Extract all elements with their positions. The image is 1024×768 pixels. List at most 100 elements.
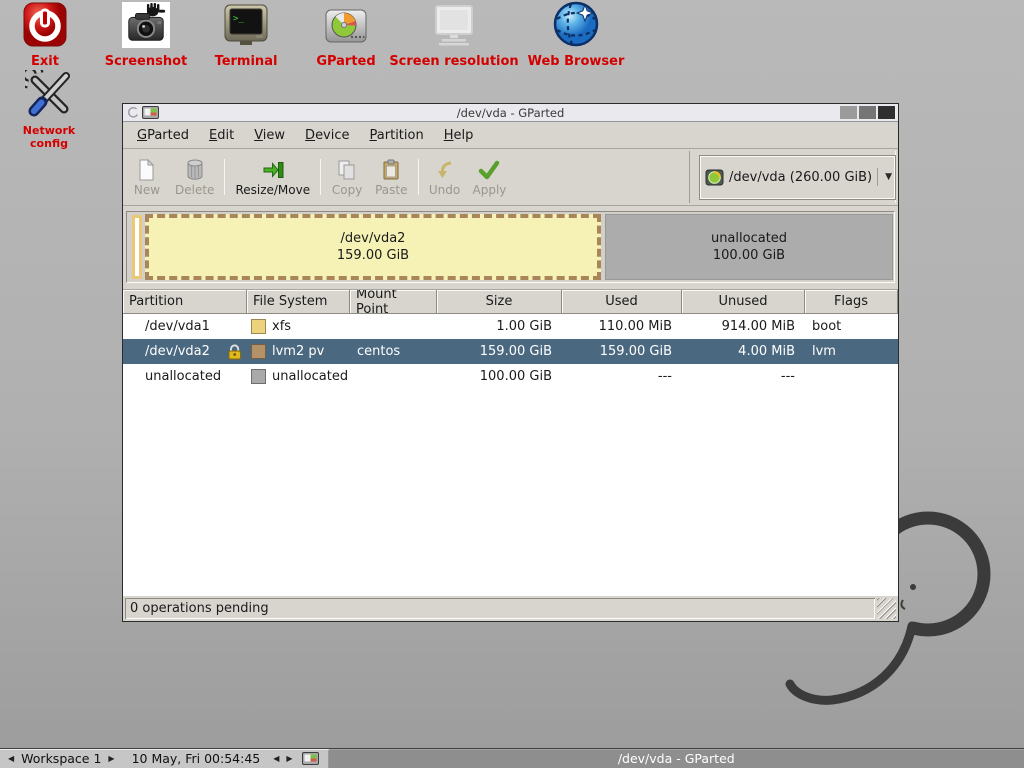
filesystem-color-swatch [251,344,266,359]
minimize-button[interactable] [840,106,857,119]
workspace-label[interactable]: Workspace 1 [21,751,101,766]
partition-box-vda1[interactable] [132,215,142,279]
menu-device[interactable]: Device [297,124,357,147]
menu-view[interactable]: View [246,124,293,147]
undo-icon [433,158,457,182]
device-selector-value: /dev/vda (260.00 GiB) [729,170,872,185]
table-empty-area [123,389,898,596]
filesystem-name: xfs [272,319,291,334]
desktop-icon-gparted[interactable]: GParted [305,6,387,69]
globe-icon [552,0,600,48]
workspace-prev-icon[interactable]: ◀ [8,755,14,763]
resize-grip[interactable] [877,598,896,619]
gparted-task-icon [302,752,319,766]
status-bar: 0 operations pending [123,596,898,621]
toolbar-separator [224,159,225,195]
resize-move-icon [261,158,285,182]
table-row-unallocated[interactable]: unallocated unallocated 100.00 GiB --- -… [123,364,898,389]
titlebar[interactable]: /dev/vda - GParted [123,104,898,122]
taskbar-task-button[interactable]: /dev/vda - GParted [329,749,1024,768]
lock-icon [227,343,242,360]
partition-box-unallocated[interactable]: unallocated 100.00 GiB [605,214,893,280]
svg-text:>_: >_ [233,14,244,24]
mount-point: centos [357,344,400,359]
unused-value: 4.00 MiB [738,344,795,359]
toolbar-separator [418,159,419,195]
monitor-icon [430,4,478,48]
copy-button[interactable]: Copy [325,151,369,203]
partition-table: Partition File System Mount Point Size U… [123,290,898,596]
menu-bar: GParted Edit View Device Partition Help [123,122,898,149]
desktop-icon-terminal[interactable]: >_ Terminal [205,4,287,69]
delete-button[interactable]: Delete [169,151,220,203]
flags-value: lvm [812,344,836,359]
menu-gparted[interactable]: GParted [129,124,197,147]
paste-button[interactable]: Paste [369,151,413,203]
paste-icon [379,158,403,182]
toolbar-separator [320,159,321,195]
desktop-icon-exit[interactable]: Exit [10,2,80,69]
size-value: 100.00 GiB [480,369,552,384]
exit-power-icon [22,2,68,48]
chevron-down-icon: ▼ [877,168,894,186]
device-selector[interactable]: /dev/vda (260.00 GiB) ▼ [699,155,896,200]
filesystem-color-swatch [251,369,266,384]
menu-help[interactable]: Help [436,124,482,147]
desktop-icon-screen-resolution[interactable]: Screen resolution [388,4,520,69]
desktop-icon-network-config[interactable]: Network config [4,70,94,150]
desktop-icon-label: GParted [305,54,387,69]
status-text: 0 operations pending [130,601,269,616]
filesystem-color-swatch [251,319,266,334]
desktop-icon-label: Screenshot [100,54,192,69]
device-selector-area: /dev/vda (260.00 GiB) ▼ [689,151,896,203]
desktop-icon-label: Network config [4,124,94,150]
unused-value: --- [781,369,795,384]
column-header-flags[interactable]: Flags [805,290,898,314]
column-header-mountpoint[interactable]: Mount Point [350,290,437,314]
new-button[interactable]: New [125,151,169,203]
taskbar: ◀ Workspace 1 ▶ 10 May, Fri 00:54:45 ◀ ▶… [0,748,1024,768]
task-button-label: /dev/vda - GParted [618,751,735,766]
disk-icon [705,169,724,186]
partition-name: unallocated [145,369,221,384]
used-value: 159.00 GiB [600,344,672,359]
close-button[interactable] [878,106,895,119]
partition-box-name: /dev/vda2 [341,230,406,247]
maximize-button[interactable] [859,106,876,119]
toolbar: New Delete Resize/Move [123,149,898,206]
desktop-icon-label: Screen resolution [388,54,520,69]
column-header-used[interactable]: Used [562,290,682,314]
size-value: 1.00 GiB [496,319,552,334]
taskbar-left-panel: ◀ Workspace 1 ▶ 10 May, Fri 00:54:45 ◀ ▶ [0,749,329,768]
tasklist-scroll-right-icon[interactable]: ▶ [286,755,292,763]
gparted-disk-icon [323,6,369,48]
apply-check-icon [477,158,501,182]
desktop-icon-label: Web Browser [510,54,642,69]
menu-partition[interactable]: Partition [362,124,432,147]
column-header-unused[interactable]: Unused [682,290,805,314]
table-row-vda2[interactable]: /dev/vda2 lvm2 pv centos 159.00 GiB 159.… [123,339,898,364]
desktop-icon-web-browser[interactable]: Web Browser [510,0,642,69]
column-header-filesystem[interactable]: File System [247,290,350,314]
table-header: Partition File System Mount Point Size U… [123,290,898,314]
partition-name: /dev/vda2 [145,344,210,359]
partition-box-size: 159.00 GiB [337,247,409,264]
terminal-icon: >_ [223,4,269,48]
partition-box-vda2[interactable]: /dev/vda2 159.00 GiB [145,214,601,280]
gparted-window: /dev/vda - GParted GParted Edit View Dev… [122,103,899,622]
camera-icon [122,2,170,48]
new-partition-icon [135,158,159,182]
column-header-size[interactable]: Size [437,290,562,314]
column-header-partition[interactable]: Partition [123,290,247,314]
undo-button[interactable]: Undo [423,151,467,203]
desktop-icon-screenshot[interactable]: Screenshot [100,2,192,69]
partition-box-size: 100.00 GiB [713,247,785,264]
table-row-vda1[interactable]: /dev/vda1 xfs 1.00 GiB 110.00 MiB 914.00… [123,314,898,339]
partition-name: /dev/vda1 [145,319,210,334]
apply-button[interactable]: Apply [467,151,513,203]
workspace-next-icon[interactable]: ▶ [108,755,114,763]
tasklist-scroll-left-icon[interactable]: ◀ [273,755,279,763]
resize-move-button[interactable]: Resize/Move [229,151,316,203]
menu-edit[interactable]: Edit [201,124,242,147]
desktop-icon-label: Terminal [205,54,287,69]
